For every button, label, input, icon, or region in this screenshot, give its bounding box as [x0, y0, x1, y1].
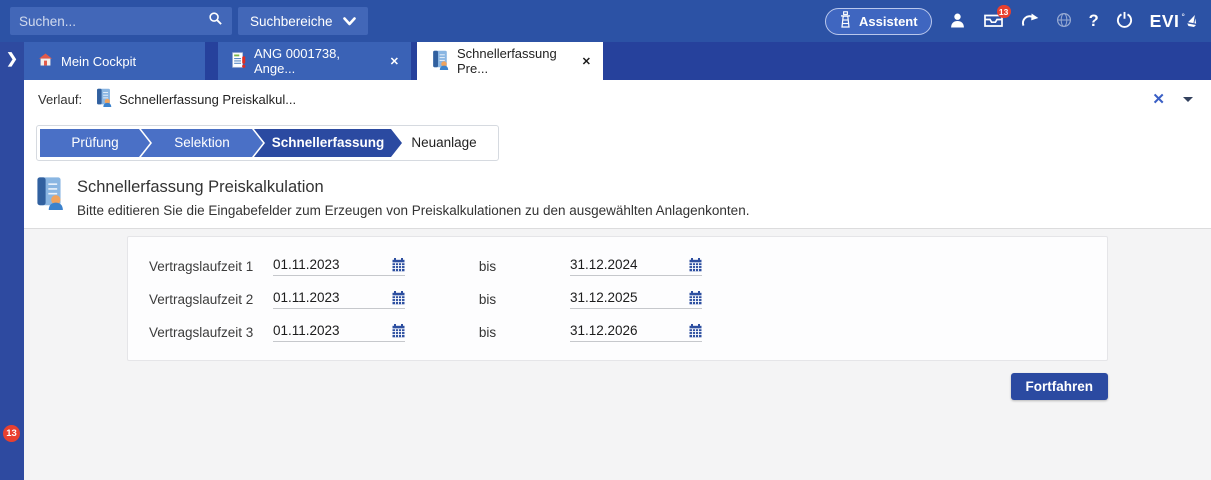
tab-mein-cockpit[interactable]: Mein Cockpit — [24, 42, 205, 80]
date-to-input[interactable] — [570, 323, 654, 338]
tab-close-icon[interactable]: ✕ — [390, 55, 399, 68]
date-to-field[interactable] — [570, 323, 702, 342]
calendar-icon — [689, 291, 702, 305]
row-label: Vertragslaufzeit 2 — [149, 292, 273, 307]
calendar-picker-button[interactable] — [392, 258, 405, 272]
tab-label: Schnellerfassung Pre... — [457, 46, 574, 76]
brand-logo: EVI ° — [1150, 10, 1197, 32]
assistant-label: Assistent — [859, 14, 918, 29]
tab-ang-0001738[interactable]: ANG 0001738, Ange... ✕ — [218, 42, 411, 80]
book-person-icon — [95, 88, 112, 110]
redo-button[interactable] — [1021, 13, 1039, 30]
logout-button[interactable] — [1116, 11, 1133, 31]
chevron-down-icon — [343, 14, 356, 29]
search-icon[interactable] — [208, 11, 223, 31]
date-from-field[interactable] — [273, 257, 405, 276]
range-separator: bis — [405, 259, 570, 274]
home-icon — [38, 53, 53, 69]
action-bar: Fortfahren — [24, 373, 1211, 400]
topbar-right-cluster: Assistent 13 ? — [825, 8, 1197, 35]
tab-bar: Mein Cockpit ANG 0001738, Ange... ✕ Schn… — [0, 42, 1211, 80]
page-header: Schnellerfassung Preiskalkulation Bitte … — [34, 176, 749, 218]
search-scope-label: Suchbereiche — [250, 14, 333, 29]
inbox-button[interactable]: 13 — [983, 11, 1004, 31]
history-label: Verlauf: — [38, 92, 82, 107]
wizard-step-neuanlage[interactable]: Neuanlage — [393, 129, 495, 157]
globe-icon — [1056, 12, 1072, 31]
calendar-icon — [689, 258, 702, 272]
main-content: Verlauf: Schnellerfassung Preiskalkul...… — [24, 80, 1211, 480]
page-subtitle: Bitte editieren Sie die Eingabefelder zu… — [77, 203, 749, 218]
date-from-input[interactable] — [273, 323, 357, 338]
form-card: Vertragslaufzeit 1 bis Vertragslaufzeit … — [127, 236, 1108, 361]
tab-label: ANG 0001738, Ange... — [254, 46, 382, 76]
search-input[interactable] — [19, 14, 208, 29]
calendar-picker-button[interactable] — [689, 258, 702, 272]
form-row: Vertragslaufzeit 1 bis — [128, 250, 1107, 283]
book-person-icon — [431, 50, 449, 73]
date-from-field[interactable] — [273, 323, 405, 342]
continue-button[interactable]: Fortfahren — [1011, 373, 1109, 400]
tab-close-icon[interactable]: ✕ — [582, 55, 591, 68]
rail-notification-badge[interactable]: 13 — [3, 425, 20, 442]
document-alert-icon — [232, 52, 246, 71]
date-to-field[interactable] — [570, 257, 702, 276]
calendar-icon — [392, 291, 405, 305]
close-view-icon[interactable]: ✕ — [1152, 90, 1165, 108]
user-button[interactable] — [949, 12, 966, 31]
date-from-input[interactable] — [273, 257, 357, 272]
range-separator: bis — [405, 292, 570, 307]
calendar-picker-button[interactable] — [392, 291, 405, 305]
calendar-picker-button[interactable] — [689, 291, 702, 305]
range-separator: bis — [405, 325, 570, 340]
calendar-picker-button[interactable] — [392, 324, 405, 338]
history-actions: ✕ — [1152, 90, 1193, 108]
brand-degree-mark: ° — [1181, 12, 1185, 22]
calendar-icon — [392, 258, 405, 272]
brand-text: EVI — [1150, 10, 1180, 32]
date-from-field[interactable] — [273, 290, 405, 309]
form-row: Vertragslaufzeit 2 bis — [128, 283, 1107, 316]
calendar-icon — [689, 324, 702, 338]
wizard-step-schnellerfassung-active[interactable]: Schnellerfassung — [254, 129, 402, 157]
wizard-step-selektion[interactable]: Selektion — [141, 129, 263, 157]
lighthouse-icon — [839, 11, 852, 31]
book-person-icon — [34, 176, 64, 215]
caret-down-icon[interactable] — [1183, 97, 1193, 102]
calendar-icon — [392, 324, 405, 338]
left-rail: ❯ 13 — [0, 42, 24, 480]
top-bar: Suchbereiche Assistent — [0, 0, 1211, 42]
assistant-button[interactable]: Assistent — [825, 8, 932, 35]
row-label: Vertragslaufzeit 1 — [149, 259, 273, 274]
search-scope-dropdown[interactable]: Suchbereiche — [238, 7, 368, 35]
tab-schnellerfassung[interactable]: Schnellerfassung Pre... ✕ — [417, 42, 603, 80]
form-row: Vertragslaufzeit 3 bis — [128, 316, 1107, 349]
row-label: Vertragslaufzeit 3 — [149, 325, 273, 340]
wizard-steps: Prüfung Selektion Schnellerfassung Neuan… — [36, 125, 499, 161]
date-from-input[interactable] — [273, 290, 357, 305]
tab-label: Mein Cockpit — [61, 54, 136, 69]
form-area: Vertragslaufzeit 1 bis Vertragslaufzeit … — [24, 228, 1211, 480]
search-box[interactable] — [10, 7, 232, 35]
history-item[interactable]: Schnellerfassung Preiskalkul... — [95, 88, 296, 110]
power-icon — [1116, 11, 1133, 31]
help-icon: ? — [1089, 12, 1099, 31]
calendar-picker-button[interactable] — [689, 324, 702, 338]
inbox-notification-badge: 13 — [997, 5, 1011, 18]
user-icon — [949, 12, 966, 31]
date-to-input[interactable] — [570, 290, 654, 305]
help-button[interactable]: ? — [1089, 12, 1099, 31]
globe-button[interactable] — [1056, 12, 1072, 31]
page-title: Schnellerfassung Preiskalkulation — [77, 178, 749, 197]
date-to-field[interactable] — [570, 290, 702, 309]
redo-arrow-icon — [1021, 13, 1039, 30]
history-row: Verlauf: Schnellerfassung Preiskalkul...… — [24, 80, 1211, 118]
history-item-label: Schnellerfassung Preiskalkul... — [119, 92, 296, 107]
expand-panel-chevron-icon[interactable]: ❯ — [0, 50, 24, 67]
date-to-input[interactable] — [570, 257, 654, 272]
wizard-step-pruefung[interactable]: Prüfung — [40, 129, 150, 157]
sailboat-icon — [1186, 13, 1198, 29]
